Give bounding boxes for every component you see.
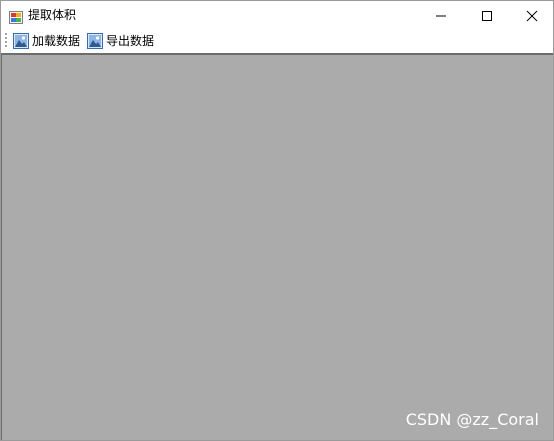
export-data-button[interactable]: 导出数据 bbox=[85, 31, 155, 52]
close-icon bbox=[526, 10, 538, 22]
title-bar[interactable]: 提取体积 bbox=[1, 1, 553, 30]
watermark-text: CSDN @zz_Coral bbox=[405, 410, 539, 429]
close-button[interactable] bbox=[509, 1, 554, 30]
minimize-icon bbox=[436, 15, 446, 17]
mdi-client-area[interactable]: CSDN @zz_Coral bbox=[1, 53, 553, 440]
maximize-icon bbox=[482, 11, 492, 21]
minimize-button[interactable] bbox=[418, 1, 464, 30]
maximize-button[interactable] bbox=[464, 1, 510, 30]
toolbar: 加载数据 导出数据 bbox=[1, 30, 553, 53]
load-data-button[interactable]: 加载数据 bbox=[11, 31, 81, 52]
app-window: 提取体积 加载数据 导出数据 CSDN @zz_Coral bbox=[0, 0, 554, 441]
toolbar-grip-icon[interactable] bbox=[5, 33, 7, 49]
app-icon bbox=[9, 9, 23, 24]
load-data-label: 加载数据 bbox=[32, 34, 81, 48]
window-title: 提取体积 bbox=[28, 8, 77, 22]
picture-icon bbox=[87, 33, 103, 49]
export-data-label: 导出数据 bbox=[106, 34, 155, 48]
picture-icon bbox=[13, 33, 29, 49]
